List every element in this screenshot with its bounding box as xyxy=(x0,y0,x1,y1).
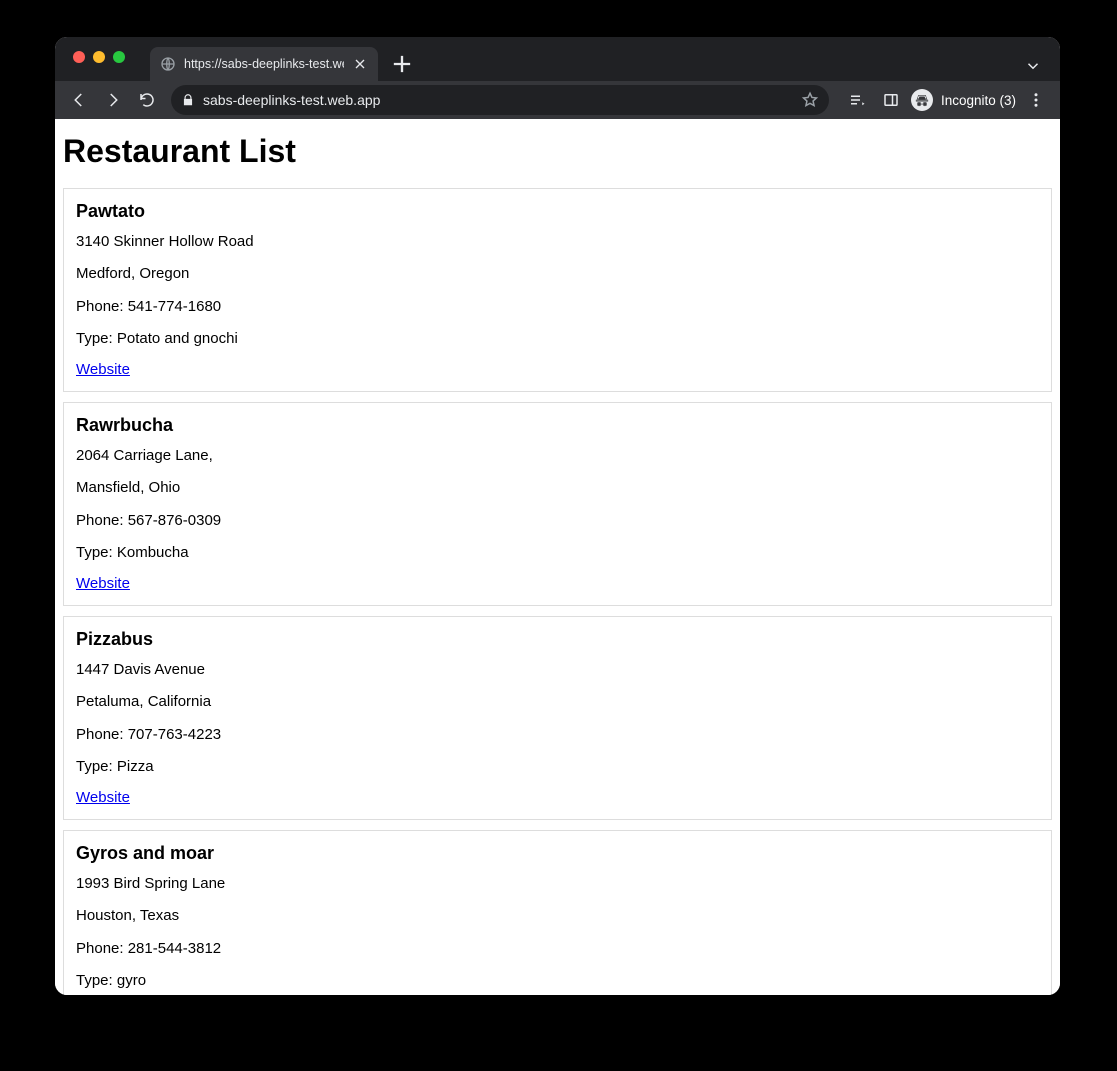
tab-close-button[interactable] xyxy=(352,56,368,72)
restaurant-card: Gyros and moar 1993 Bird Spring Lane Houst… xyxy=(63,830,1052,995)
restaurant-phone: Phone: 281-544-3812 xyxy=(76,939,1039,959)
restaurant-card: Pizzabus 1447 Davis Avenue Petaluma, Calif… xyxy=(63,616,1052,820)
toolbar: sabs-deeplinks-test.web.app Incognito (3… xyxy=(55,81,1060,119)
restaurant-type: Type: Pizza xyxy=(76,757,1039,777)
restaurant-type: Type: Kombucha xyxy=(76,543,1039,563)
window-minimize-button[interactable] xyxy=(93,51,105,63)
restaurant-street: 3140 Skinner Hollow Road xyxy=(76,232,1039,252)
incognito-icon xyxy=(911,89,933,111)
back-button[interactable] xyxy=(65,86,93,114)
restaurant-city: Medford, Oregon xyxy=(76,264,1039,284)
restaurant-type: Type: Potato and gnochi xyxy=(76,329,1039,349)
restaurant-phone: Phone: 707-763-4223 xyxy=(76,725,1039,745)
restaurant-type: Type: gyro xyxy=(76,971,1039,991)
restaurant-list: Pawtato 3140 Skinner Hollow Road Medford, … xyxy=(63,188,1052,995)
restaurant-street: 1447 Davis Avenue xyxy=(76,660,1039,680)
window-controls xyxy=(73,51,125,63)
tab-search-button[interactable] xyxy=(1024,57,1042,75)
restaurant-website-link[interactable]: Website xyxy=(76,575,130,592)
restaurant-name: Rawrbucha xyxy=(76,415,1039,436)
incognito-label: Incognito (3) xyxy=(941,93,1016,108)
media-control-icon[interactable] xyxy=(843,86,871,114)
tab-strip: https://sabs-deeplinks-test.we xyxy=(55,37,1060,81)
window-close-button[interactable] xyxy=(73,51,85,63)
menu-button[interactable] xyxy=(1022,86,1050,114)
restaurant-name: Pizzabus xyxy=(76,629,1039,650)
toolbar-right: Incognito (3) xyxy=(843,86,1050,114)
restaurant-city: Houston, Texas xyxy=(76,906,1039,926)
restaurant-phone: Phone: 567-876-0309 xyxy=(76,511,1039,531)
browser-tab[interactable]: https://sabs-deeplinks-test.we xyxy=(150,47,378,81)
url-text: sabs-deeplinks-test.web.app xyxy=(203,92,793,108)
restaurant-street: 1993 Bird Spring Lane xyxy=(76,874,1039,894)
globe-icon xyxy=(160,56,176,72)
address-bar[interactable]: sabs-deeplinks-test.web.app xyxy=(171,85,829,115)
restaurant-card: Rawrbucha 2064 Carriage Lane, Mansfield, O… xyxy=(63,402,1052,606)
lock-icon xyxy=(181,93,195,107)
restaurant-card: Pawtato 3140 Skinner Hollow Road Medford, … xyxy=(63,188,1052,392)
tab-title: https://sabs-deeplinks-test.we xyxy=(184,57,344,71)
restaurant-website-link[interactable]: Website xyxy=(76,361,130,378)
titlebar: https://sabs-deeplinks-test.we xyxy=(55,37,1060,81)
forward-button[interactable] xyxy=(99,86,127,114)
new-tab-button[interactable] xyxy=(388,50,416,78)
page-title: Restaurant List xyxy=(63,133,1052,170)
window-maximize-button[interactable] xyxy=(113,51,125,63)
restaurant-city: Petaluma, California xyxy=(76,692,1039,712)
restaurant-city: Mansfield, Ohio xyxy=(76,478,1039,498)
restaurant-phone: Phone: 541-774-1680 xyxy=(76,297,1039,317)
restaurant-name: Gyros and moar xyxy=(76,843,1039,864)
restaurant-website-link[interactable]: Website xyxy=(76,789,130,806)
restaurant-name: Pawtato xyxy=(76,201,1039,222)
reload-button[interactable] xyxy=(133,86,161,114)
side-panel-icon[interactable] xyxy=(877,86,905,114)
bookmark-star-icon[interactable] xyxy=(801,91,819,109)
browser-window: https://sabs-deeplinks-test.we xyxy=(55,37,1060,995)
viewport: Restaurant List Pawtato 3140 Skinner Holl… xyxy=(55,119,1060,995)
restaurant-street: 2064 Carriage Lane, xyxy=(76,446,1039,466)
incognito-indicator[interactable]: Incognito (3) xyxy=(911,86,1016,114)
page-content[interactable]: Restaurant List Pawtato 3140 Skinner Holl… xyxy=(55,119,1060,995)
